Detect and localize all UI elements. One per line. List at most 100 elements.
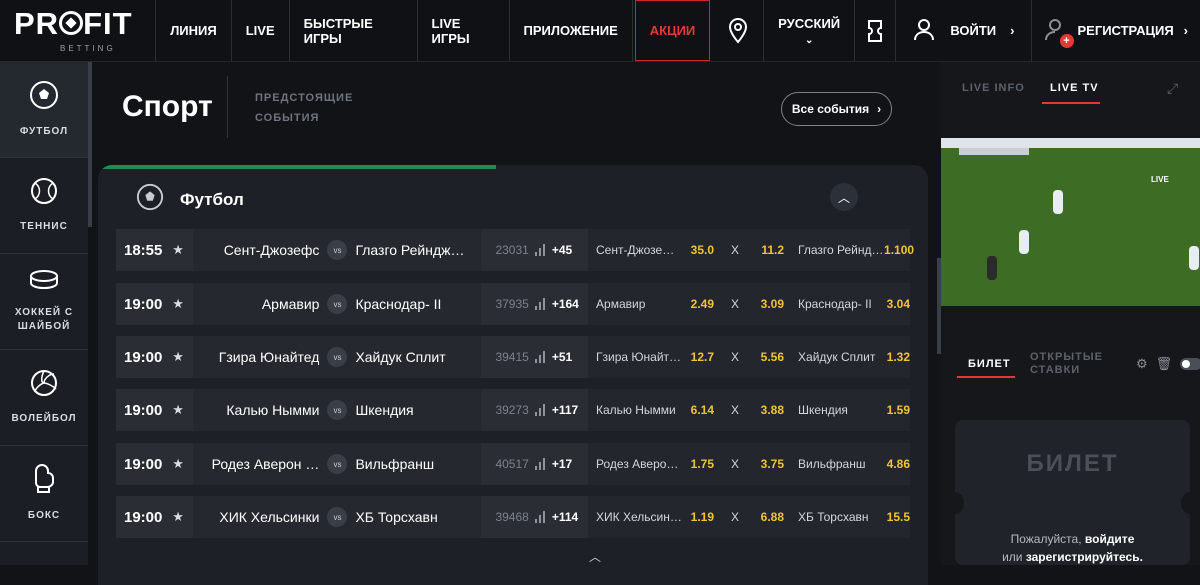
nav-live[interactable]: LIVE	[232, 0, 290, 61]
tab-live-tv[interactable]: LIVE TV	[1050, 82, 1099, 94]
toggle-switch[interactable]	[1180, 358, 1200, 370]
match-row[interactable]: 18:55★Сент-ДжозефсvsГлазго Рейндж…23031+…	[116, 229, 910, 271]
odd-home-value[interactable]: 1.19	[682, 510, 714, 524]
odd-home-value[interactable]: 35.0	[682, 243, 714, 257]
match-id: 39273	[495, 403, 528, 417]
match-stats[interactable]: 23031+45	[481, 229, 588, 271]
sport-sidebar: ФУТБОЛ ТЕННИС ХОККЕЙ С ШАЙБОЙ ВОЛЕЙБОЛ Б…	[0, 62, 88, 565]
match-stats[interactable]: 39415+51	[481, 336, 588, 378]
stats-bars-icon	[535, 298, 546, 310]
match-teams[interactable]: Гзира ЮнайтедvsХайдук Сплит	[193, 336, 481, 378]
language-select[interactable]: РУССКИЙ ⌄	[764, 0, 855, 61]
section-title: Футбол	[180, 190, 244, 210]
odds-block: Родез Аверо…1.75X3.75Вильфранш4.86	[588, 443, 910, 485]
more-markets: +51	[552, 350, 572, 364]
odd-draw-value[interactable]: 3.75	[750, 457, 784, 471]
nav-live-games[interactable]: LIVE ИГРЫ	[418, 0, 510, 61]
section-header: Футбол	[136, 183, 244, 216]
match-stats[interactable]: 40517+17	[481, 443, 588, 485]
sidebar-item-football[interactable]: ФУТБОЛ	[0, 62, 88, 158]
odd-draw-value[interactable]: 5.56	[750, 350, 784, 364]
more-markets: +45	[552, 243, 572, 257]
location-icon[interactable]	[712, 0, 764, 61]
ticket-icon[interactable]	[855, 0, 896, 61]
odd-draw-value[interactable]: 3.09	[750, 297, 784, 311]
video-live-badge: LIVE	[1151, 175, 1169, 184]
live-video-stream[interactable]: LIVE	[941, 138, 1200, 306]
sidebar-item-boxing[interactable]: БОКС	[0, 446, 88, 542]
star-icon[interactable]: ★	[172, 296, 193, 312]
odd-home-label: Гзира Юнайт…	[596, 350, 682, 364]
tab-live-info[interactable]: LIVE INFO	[962, 82, 1025, 94]
odd-draw-label: X	[720, 510, 750, 524]
odds-block: Сент-Джозе…35.0X11.2Глазго Рейнд…1.100	[588, 229, 910, 271]
tab-open-bets[interactable]: ОТКРЫТЫЕ СТАВКИ	[1030, 351, 1103, 377]
gear-icon[interactable]: ⚙	[1136, 356, 1148, 372]
home-team: Сент-Джозефс	[193, 242, 319, 258]
prompt-register-link[interactable]: зарегистрируйтесь.	[1026, 550, 1143, 564]
star-icon[interactable]: ★	[172, 456, 193, 472]
stadium-banner	[941, 138, 1200, 148]
match-row[interactable]: 19:00★АрмавирvsКраснодар- II37935+164Арм…	[116, 283, 910, 325]
odd-away-value[interactable]: 4.86	[884, 457, 910, 471]
match-row[interactable]: 19:00★Родез Аверон …vsВильфранш40517+17Р…	[116, 443, 910, 485]
odd-away-value[interactable]: 3.04	[884, 297, 910, 311]
match-teams[interactable]: ХИК ХельсинкиvsХБ Торсхавн	[193, 496, 481, 538]
sidebar-item-tennis[interactable]: ТЕННИС	[0, 158, 88, 254]
odd-away-value[interactable]: 1.59	[884, 403, 910, 417]
odd-home-value[interactable]: 6.14	[682, 403, 714, 417]
odd-home-value[interactable]: 2.49	[682, 297, 714, 311]
odd-home-value[interactable]: 1.75	[682, 457, 714, 471]
odd-draw-value[interactable]: 3.88	[750, 403, 784, 417]
register-button[interactable]: + РЕГИСТРАЦИЯ ›	[1032, 0, 1200, 61]
odd-draw-value[interactable]: 11.2	[750, 243, 784, 257]
tab-ticket[interactable]: БИЛЕТ	[968, 358, 1011, 370]
star-icon[interactable]: ★	[172, 402, 193, 418]
odd-draw-value[interactable]: 6.88	[750, 510, 784, 524]
match-teams[interactable]: Родез Аверон …vsВильфранш	[193, 443, 481, 485]
star-icon[interactable]: ★	[172, 242, 193, 258]
match-row[interactable]: 19:00★Калью НыммиvsШкендия39273+117Калью…	[116, 389, 910, 431]
nav-app[interactable]: ПРИЛОЖЕНИЕ	[510, 0, 633, 61]
chevron-right-icon: ›	[1184, 23, 1188, 38]
vs-badge: vs	[327, 454, 347, 474]
upcoming-line-2: СОБЫТИЯ	[255, 108, 353, 128]
chevron-right-icon: ›	[1010, 23, 1014, 38]
tennis-icon	[30, 177, 58, 210]
away-team: Шкендия	[355, 402, 481, 418]
sidebar-item-hockey[interactable]: ХОККЕЙ С ШАЙБОЙ	[0, 254, 88, 350]
match-teams[interactable]: Калью НыммиvsШкендия	[193, 389, 481, 431]
scroll-up-button[interactable]: ︿	[572, 548, 618, 566]
match-row[interactable]: 19:00★Гзира ЮнайтедvsХайдук Сплит39415+5…	[116, 336, 910, 378]
trash-icon[interactable]: 🗑	[1156, 356, 1173, 372]
match-row[interactable]: 19:00★ХИК ХельсинкиvsХБ Торсхавн39468+11…	[116, 496, 910, 538]
odd-draw-label: X	[720, 297, 750, 311]
collapse-button[interactable]: ︿	[830, 183, 858, 211]
expand-icon[interactable]: ⤢	[1167, 80, 1178, 97]
odd-draw-label: X	[720, 243, 750, 257]
odd-away-value[interactable]: 1.32	[884, 350, 910, 364]
star-icon[interactable]: ★	[172, 349, 193, 365]
match-teams[interactable]: АрмавирvsКраснодар- II	[193, 283, 481, 325]
nav-fast-games[interactable]: БЫСТРЫЕ ИГРЫ	[290, 0, 418, 61]
logo[interactable]: PRFIT BETTING	[0, 0, 156, 61]
match-stats[interactable]: 39273+117	[481, 389, 588, 431]
login-button[interactable]: ВОЙТИ ›	[896, 0, 1031, 61]
prompt-login-link[interactable]: войдите	[1085, 532, 1134, 546]
all-events-button[interactable]: Все события ›	[781, 92, 892, 126]
odd-away-value[interactable]: 1.100	[884, 243, 910, 257]
odd-home-value[interactable]: 12.7	[682, 350, 714, 364]
player-figure	[1053, 190, 1063, 214]
nav-line[interactable]: ЛИНИЯ	[156, 0, 232, 61]
odd-away-value[interactable]: 15.5	[884, 510, 910, 524]
match-stats[interactable]: 39468+114	[481, 496, 588, 538]
match-teams[interactable]: Сент-ДжозефсvsГлазго Рейндж…	[193, 229, 481, 271]
upcoming-events-label[interactable]: ПРЕДСТОЯЩИЕ СОБЫТИЯ	[255, 88, 353, 128]
all-events-label: Все события	[792, 102, 869, 116]
match-stats[interactable]: 37935+164	[481, 283, 588, 325]
star-icon[interactable]: ★	[172, 509, 193, 525]
football-icon	[29, 80, 59, 115]
vs-badge: vs	[327, 400, 347, 420]
sidebar-item-volleyball[interactable]: ВОЛЕЙБОЛ	[0, 350, 88, 446]
nav-promotions[interactable]: АКЦИИ	[635, 0, 711, 61]
